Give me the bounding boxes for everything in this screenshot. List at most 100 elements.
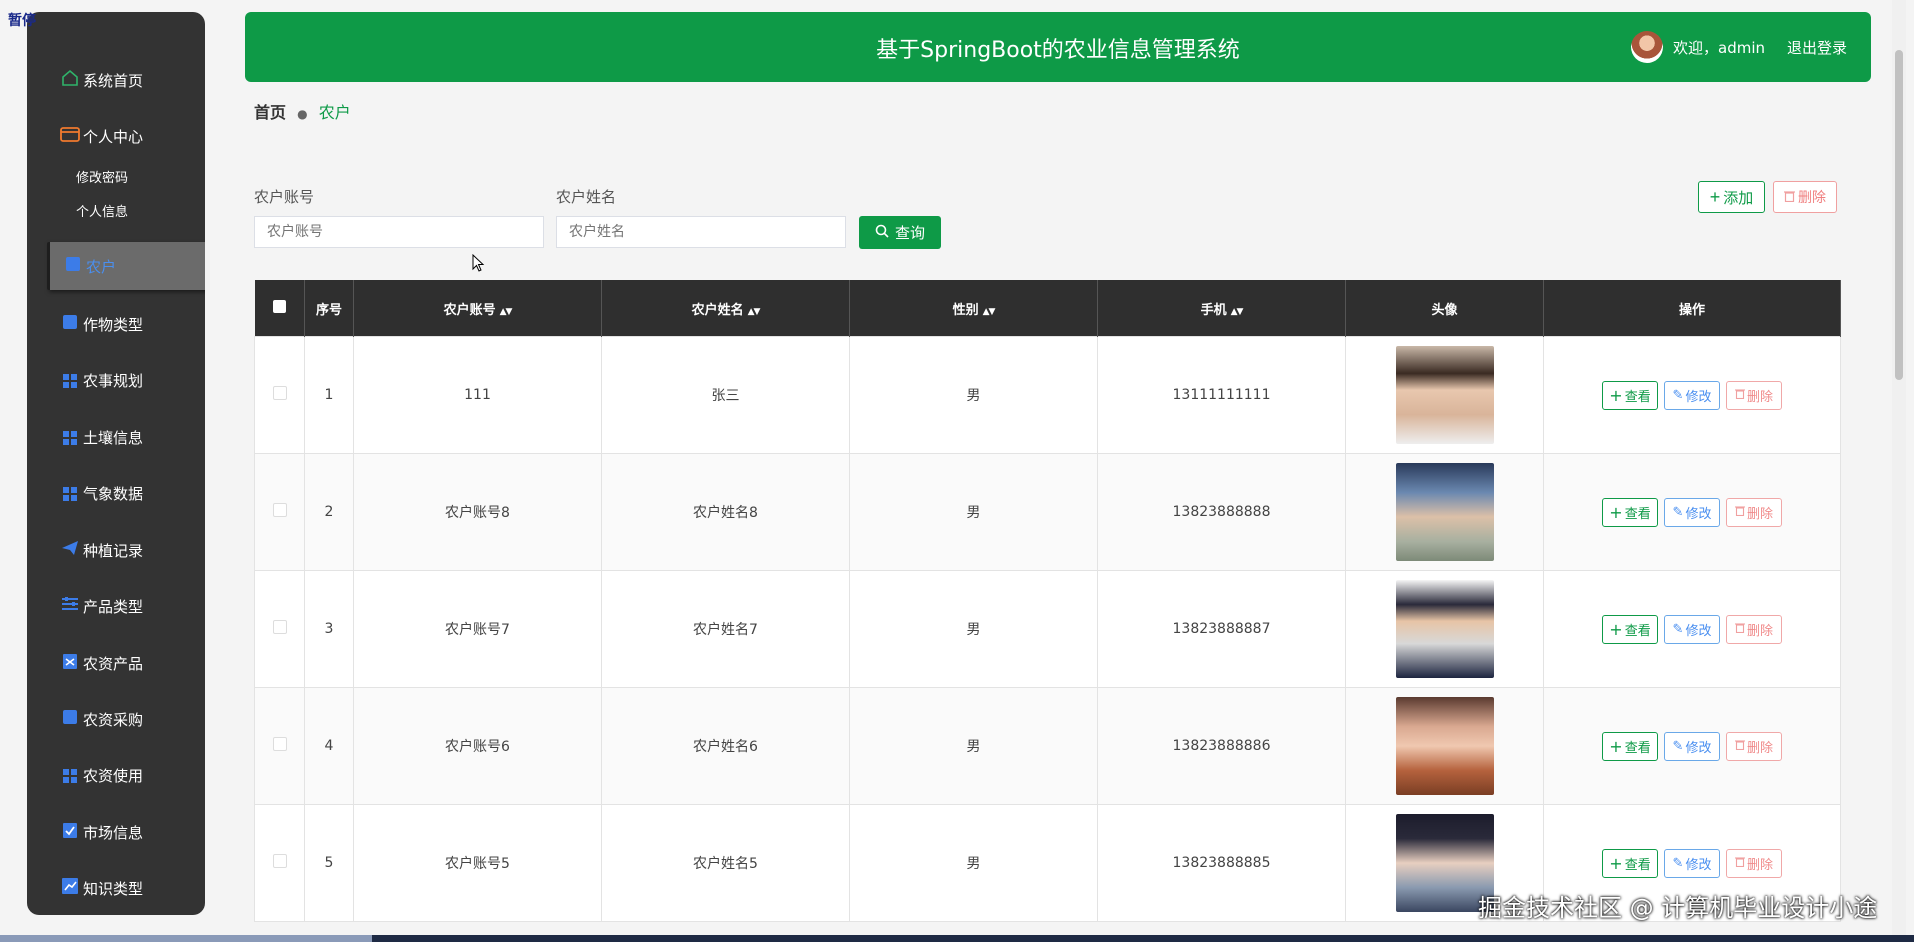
table-row: 2 农户账号8 农户姓名8 男 13823888888 + 查看 ✎ 修改 删除 <box>254 453 1841 571</box>
cell-phone: 13111111111 <box>1097 336 1346 454</box>
trash-icon <box>1734 505 1745 520</box>
edit-button[interactable]: ✎ 修改 <box>1664 380 1720 410</box>
sidebar-subitem-personal-info[interactable]: 个人信息 <box>76 201 128 220</box>
edit-button[interactable]: ✎ 修改 <box>1664 848 1720 878</box>
cell-avatar <box>1345 570 1544 688</box>
cell-name: 张三 <box>601 336 850 454</box>
sidebar-item-farmer[interactable]: 农户 <box>47 242 205 290</box>
avatar-photo[interactable] <box>1395 697 1494 795</box>
select-all-checkbox[interactable] <box>254 280 305 337</box>
edit-icon: ✎ <box>1672 387 1684 403</box>
sidebar-item-agri-usage[interactable]: 农资使用 <box>27 755 205 795</box>
row-checkbox[interactable] <box>254 687 305 805</box>
paused-label: 暂停 <box>8 13 36 29</box>
plus-icon: + <box>1609 502 1623 522</box>
breadcrumb-current: 农户 <box>318 103 351 122</box>
avatar-photo[interactable] <box>1395 463 1494 561</box>
sidebar-item-agri-product[interactable]: 农资产品 <box>27 643 205 683</box>
cell-name: 农户姓名7 <box>601 570 850 688</box>
sort-icon[interactable]: ▲▼ <box>1231 307 1244 317</box>
row-checkbox[interactable] <box>254 804 305 922</box>
cell-phone: 13823888886 <box>1097 687 1346 805</box>
header-phone[interactable]: 手机 ▲▼ <box>1097 280 1346 337</box>
avatar-photo[interactable] <box>1395 580 1494 678</box>
sliders-icon <box>59 596 81 616</box>
batch-delete-label: 删除 <box>1798 189 1826 205</box>
sidebar-item-agri-purchase[interactable]: 农资采购 <box>27 699 205 739</box>
header-account[interactable]: 农户账号 ▲▼ <box>353 280 602 337</box>
delete-button[interactable]: 删除 <box>1726 497 1782 527</box>
delete-button[interactable]: 删除 <box>1726 380 1782 410</box>
cell-name: 农户姓名6 <box>601 687 850 805</box>
edit-icon: ✎ <box>1672 621 1684 637</box>
view-button[interactable]: + 查看 <box>1602 848 1658 878</box>
sidebar-item-farm-plan[interactable]: 农事规划 <box>27 360 205 400</box>
view-button-label: 查看 <box>1624 623 1651 639</box>
cell-index: 4 <box>304 687 354 805</box>
view-button[interactable]: + 查看 <box>1602 731 1658 761</box>
app-title: 基于SpringBoot的农业信息管理系统 <box>876 38 1240 63</box>
header-name[interactable]: 农户姓名 ▲▼ <box>601 280 850 337</box>
sort-icon[interactable]: ▲▼ <box>983 307 996 317</box>
batch-delete-button[interactable]: 删除 <box>1773 181 1837 213</box>
view-button[interactable]: + 查看 <box>1602 380 1658 410</box>
delete-button[interactable]: 删除 <box>1726 614 1782 644</box>
row-checkbox[interactable] <box>254 570 305 688</box>
grid-icon <box>59 484 81 502</box>
sidebar-item-market-info[interactable]: 市场信息 <box>27 812 205 852</box>
edit-icon: ✎ <box>1672 738 1684 754</box>
edit-button[interactable]: ✎ 修改 <box>1664 731 1720 761</box>
sidebar-item-label: 市场信息 <box>83 823 144 842</box>
grid-icon <box>59 766 81 784</box>
breadcrumb-home[interactable]: 首页 <box>254 103 286 122</box>
cell-actions: + 查看 ✎ 修改 删除 <box>1543 570 1841 688</box>
header-index: 序号 <box>304 280 354 337</box>
delete-button-label: 删除 <box>1746 506 1773 522</box>
mouse-cursor-icon <box>472 253 486 278</box>
avatar-photo[interactable] <box>1395 346 1494 444</box>
sidebar-item-label: 种植记录 <box>83 541 144 560</box>
delete-button-label: 删除 <box>1746 389 1773 405</box>
logout-link[interactable]: 退出登录 <box>1787 37 1847 58</box>
scrollbar-thumb[interactable] <box>1895 50 1903 380</box>
delete-button[interactable]: 删除 <box>1726 848 1782 878</box>
sidebar-item-home[interactable]: 系统首页 <box>27 60 205 100</box>
view-button-label: 查看 <box>1624 857 1651 873</box>
row-checkbox[interactable] <box>254 453 305 571</box>
page-scrollbar[interactable] <box>1892 0 1906 942</box>
sidebar-item-product-type[interactable]: 产品类型 <box>27 586 205 626</box>
sidebar-item-personal[interactable]: 个人中心 <box>27 116 205 156</box>
view-button[interactable]: + 查看 <box>1602 497 1658 527</box>
clipboard-icon <box>59 652 81 674</box>
delete-button[interactable]: 删除 <box>1726 731 1782 761</box>
plus-icon: + <box>1609 385 1623 405</box>
edit-button[interactable]: ✎ 修改 <box>1664 497 1720 527</box>
sidebar-item-soil-info[interactable]: 土壤信息 <box>27 417 205 457</box>
add-button[interactable]: + 添加 <box>1698 181 1765 213</box>
table-header-row: 序号 农户账号 ▲▼ 农户姓名 ▲▼ 性别 ▲▼ 手机 ▲▼ 头像 操作 <box>254 280 1841 337</box>
video-progress-bar[interactable] <box>0 935 1914 942</box>
name-input[interactable] <box>556 216 846 248</box>
query-button[interactable]: 查询 <box>859 216 941 249</box>
sidebar-item-planting-record[interactable]: 种植记录 <box>27 530 205 570</box>
sort-icon[interactable]: ▲▼ <box>500 307 513 317</box>
sort-icon[interactable]: ▲▼ <box>748 307 761 317</box>
cell-gender: 男 <box>849 336 1098 454</box>
view-button[interactable]: + 查看 <box>1602 614 1658 644</box>
header-gender[interactable]: 性别 ▲▼ <box>849 280 1098 337</box>
cell-name: 农户姓名8 <box>601 453 850 571</box>
cell-phone: 13823888888 <box>1097 453 1346 571</box>
sidebar-item-weather-data[interactable]: 气象数据 <box>27 473 205 513</box>
cell-actions: + 查看 ✎ 修改 删除 <box>1543 687 1841 805</box>
cell-name: 农户姓名5 <box>601 804 850 922</box>
grid-icon <box>59 428 81 446</box>
sidebar-item-crop-type[interactable]: 作物类型 <box>27 304 205 344</box>
sidebar-subitem-change-password[interactable]: 修改密码 <box>76 167 128 186</box>
cell-gender: 男 <box>849 687 1098 805</box>
clipboard-check-icon <box>59 821 81 843</box>
header-avatar: 头像 <box>1345 280 1544 337</box>
row-checkbox[interactable] <box>254 336 305 454</box>
sidebar-item-knowledge-type[interactable]: 知识类型 <box>27 868 205 908</box>
account-input[interactable] <box>254 216 544 248</box>
edit-button[interactable]: ✎ 修改 <box>1664 614 1720 644</box>
